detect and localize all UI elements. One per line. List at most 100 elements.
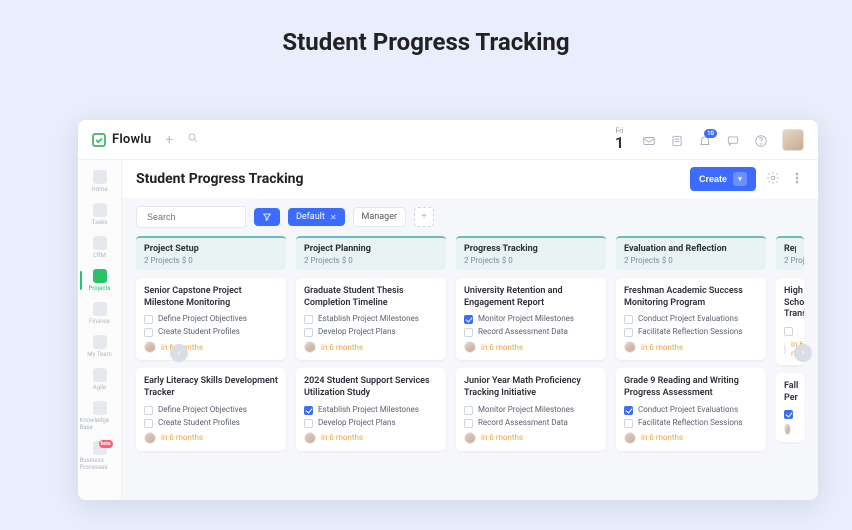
project-card[interactable]: Early Literacy Skills Development Tracke… <box>136 368 286 450</box>
lane-header[interactable]: Evaluation and Reflection2 Projects $ 0 <box>616 236 766 270</box>
task-item[interactable]: Establish Project Milestones <box>304 314 438 324</box>
checkbox[interactable] <box>144 406 153 415</box>
rail-item-my-team[interactable]: My Team <box>80 331 120 362</box>
project-card[interactable]: Senior Capstone Project Milestone Monito… <box>136 278 286 360</box>
task-item[interactable]: Record Assessment Data <box>464 327 598 337</box>
task-item[interactable]: Create Student Profiles <box>144 418 278 428</box>
task-item[interactable] <box>784 409 796 419</box>
lane-title: Project Setup <box>144 244 278 254</box>
task-item[interactable]: Conduct Project Evaluations <box>624 314 758 324</box>
checkbox[interactable] <box>464 315 473 324</box>
checkbox[interactable] <box>144 328 153 337</box>
add-filter-chip[interactable]: + <box>414 207 434 227</box>
assignee-avatar[interactable] <box>464 432 476 444</box>
assignee-avatar[interactable] <box>784 423 791 435</box>
card-title: Senior Capstone Project Milestone Monito… <box>144 286 278 309</box>
help-icon[interactable] <box>754 133 768 147</box>
project-card[interactable]: Freshman Academic Success Monitoring Pro… <box>616 278 766 360</box>
checkbox[interactable] <box>304 328 313 337</box>
lane-header[interactable]: Reporting2 Projects $ 0 <box>776 236 804 270</box>
more-icon[interactable] <box>790 170 804 189</box>
bell-icon[interactable]: 10 <box>698 133 712 147</box>
lane-header[interactable]: Progress Tracking2 Projects $ 0 <box>456 236 606 270</box>
project-card[interactable]: University Retention and Engagement Repo… <box>456 278 606 360</box>
scroll-left-button[interactable]: ‹ <box>170 344 188 362</box>
project-card[interactable]: Grade 9 Reading and Writing Progress Ass… <box>616 368 766 450</box>
assignee-avatar[interactable] <box>464 341 476 353</box>
checkbox[interactable] <box>784 410 793 419</box>
task-item[interactable]: Monitor Project Milestones <box>464 314 598 324</box>
assignee-avatar[interactable] <box>624 432 636 444</box>
scroll-right-button[interactable]: › <box>794 344 812 362</box>
assignee-avatar[interactable] <box>624 341 636 353</box>
rail-item-finance[interactable]: Finance <box>80 298 120 329</box>
rail-item-tasks[interactable]: Tasks <box>80 199 120 230</box>
lane-header[interactable]: Project Planning2 Projects $ 0 <box>296 236 446 270</box>
assignee-avatar[interactable] <box>144 432 156 444</box>
task-label: Create Student Profiles <box>158 327 240 336</box>
user-avatar[interactable] <box>782 129 804 151</box>
rail-label: CRM <box>93 252 106 259</box>
create-button[interactable]: Create ▾ <box>690 167 756 191</box>
assignee-avatar[interactable] <box>304 341 316 353</box>
project-card[interactable]: 2024 Student Support Services Utilizatio… <box>296 368 446 450</box>
brand[interactable]: Flowlu <box>92 132 151 147</box>
rail-item-agile[interactable]: Agile <box>80 364 120 395</box>
topbar: Flowlu + Fri 1 10 <box>78 120 818 160</box>
checkbox[interactable] <box>464 419 473 428</box>
assignee-avatar[interactable] <box>304 432 316 444</box>
date-widget[interactable]: Fri 1 <box>615 128 624 151</box>
task-item[interactable]: Record Assessment Data <box>464 418 598 428</box>
due-label: in 6 months <box>161 433 203 442</box>
checkbox[interactable] <box>624 315 633 324</box>
checkbox[interactable] <box>624 406 633 415</box>
chat-icon[interactable] <box>726 133 740 147</box>
close-icon[interactable]: ✕ <box>330 213 337 222</box>
rail-item-knowledge-base[interactable]: Knowledge Base <box>80 397 120 435</box>
task-item[interactable]: Establish Project Milestones <box>304 405 438 415</box>
default-filter-chip[interactable]: Default ✕ <box>288 208 345 226</box>
checkbox[interactable] <box>304 419 313 428</box>
card-title: 2024 Student Support Services Utilizatio… <box>304 376 438 399</box>
checkbox[interactable] <box>144 419 153 428</box>
search-input[interactable] <box>136 206 246 228</box>
rail-badge: beta <box>99 440 113 448</box>
checkbox[interactable] <box>304 315 313 324</box>
task-item[interactable]: Facilitate Reflection Sessions <box>624 327 758 337</box>
project-card[interactable]: Graduate Student Thesis Completion Timel… <box>296 278 446 360</box>
settings-icon[interactable] <box>766 170 780 189</box>
task-item[interactable]: Develop Project Plans <box>304 418 438 428</box>
assignee-avatar[interactable] <box>784 343 786 355</box>
checkbox[interactable] <box>144 315 153 324</box>
manager-filter-chip[interactable]: Manager <box>353 207 407 227</box>
lane-header[interactable]: Project Setup2 Projects $ 0 <box>136 236 286 270</box>
task-item[interactable]: Monitor Project Milestones <box>464 405 598 415</box>
task-item[interactable]: Develop Project Plans <box>304 327 438 337</box>
checkbox[interactable] <box>624 328 633 337</box>
rail-item-home[interactable]: Home <box>80 166 120 197</box>
task-item[interactable]: Define Project Objectives <box>144 314 278 324</box>
rail-item-projects[interactable]: Projects <box>80 265 120 296</box>
checkbox[interactable] <box>464 328 473 337</box>
task-item[interactable]: Define Project Objectives <box>144 405 278 415</box>
search-icon[interactable] <box>187 132 199 148</box>
checkbox[interactable] <box>784 327 793 336</box>
checkbox[interactable] <box>304 406 313 415</box>
filter-icon-chip[interactable] <box>254 208 280 226</box>
create-caret-icon[interactable]: ▾ <box>733 172 747 186</box>
project-card[interactable]: Junior Year Math Proficiency Tracking In… <box>456 368 606 450</box>
checkbox[interactable] <box>624 419 633 428</box>
assignee-avatar[interactable] <box>144 341 156 353</box>
notes-icon[interactable] <box>670 133 684 147</box>
checkbox[interactable] <box>464 406 473 415</box>
project-card[interactable]: Fall Per <box>776 373 804 442</box>
rail-item-crm[interactable]: CRM <box>80 232 120 263</box>
new-icon[interactable]: + <box>165 132 173 148</box>
task-item[interactable]: Facilitate Reflection Sessions <box>624 418 758 428</box>
mail-icon[interactable] <box>642 133 656 147</box>
task-item[interactable]: Create Student Profiles <box>144 327 278 337</box>
task-item[interactable]: Conduct Project Evaluations <box>624 405 758 415</box>
task-item[interactable] <box>784 326 796 336</box>
rail-item-business-processes[interactable]: Business Processesbeta <box>80 437 120 475</box>
rail-label: Home <box>91 186 107 193</box>
